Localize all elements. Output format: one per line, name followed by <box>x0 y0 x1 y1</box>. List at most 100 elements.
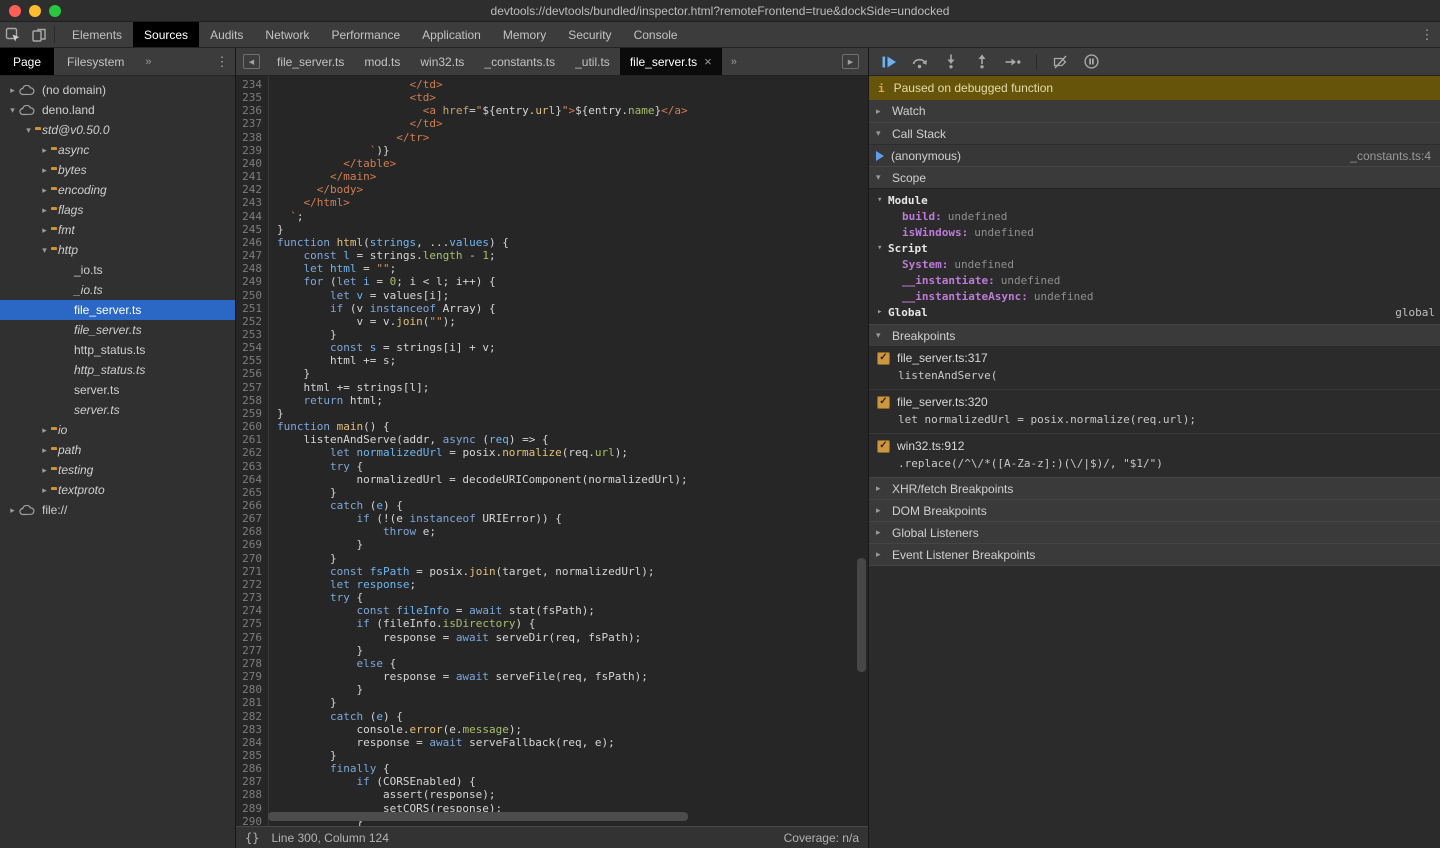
editor-tab-file-server.ts[interactable]: file_server.ts <box>267 48 354 75</box>
line-number[interactable]: 282 <box>236 710 262 723</box>
line-number-gutter[interactable]: 2342352362372382392402412422432442452462… <box>236 76 269 826</box>
line-number[interactable]: 253 <box>236 328 262 341</box>
line-number[interactable]: 237 <box>236 117 262 130</box>
line-number[interactable]: 246 <box>236 236 262 249</box>
tab-sources[interactable]: Sources <box>133 22 199 47</box>
line-number[interactable]: 263 <box>236 460 262 473</box>
minimize-window-button[interactable] <box>29 5 41 17</box>
tree-item-file-[interactable]: ▸file:// <box>0 500 235 520</box>
scope-header-global[interactable]: ▸Globalglobal <box>869 304 1440 320</box>
disclosure-triangle-icon[interactable]: ▸ <box>38 145 51 156</box>
disclosure-triangle-icon[interactable]: ▸ <box>38 425 51 436</box>
editor-tab-overflow-icon[interactable]: » <box>722 56 746 68</box>
step-icon[interactable] <box>1005 54 1021 70</box>
line-number[interactable]: 281 <box>236 696 262 709</box>
line-number[interactable]: 240 <box>236 157 262 170</box>
tab-security[interactable]: Security <box>557 22 622 47</box>
breakpoint-checkbox[interactable]: ✓ <box>877 440 890 453</box>
tree-item-textproto[interactable]: ▸textproto <box>0 480 235 500</box>
step-over-icon[interactable] <box>912 54 928 70</box>
disclosure-triangle-icon[interactable]: ▾ <box>22 125 35 136</box>
line-number[interactable]: 271 <box>236 565 262 578</box>
line-number[interactable]: 259 <box>236 407 262 420</box>
breakpoint-checkbox[interactable]: ✓ <box>877 396 890 409</box>
line-number[interactable]: 270 <box>236 552 262 565</box>
line-number[interactable]: 285 <box>236 749 262 762</box>
disclosure-triangle-icon[interactable]: ▸ <box>38 205 51 216</box>
tree-item-std-v0.50.0[interactable]: ▾std@v0.50.0 <box>0 120 235 140</box>
scope-property[interactable]: isWindows:undefined <box>869 224 1440 240</box>
tab-network[interactable]: Network <box>254 22 320 47</box>
line-number[interactable]: 254 <box>236 341 262 354</box>
line-number[interactable]: 279 <box>236 670 262 683</box>
code-editor[interactable]: 2342352362372382392402412422432442452462… <box>236 76 868 826</box>
scope-property[interactable]: __instantiateAsync:undefined <box>869 288 1440 304</box>
tab-page[interactable]: Page <box>0 48 54 75</box>
pause-on-exceptions-icon[interactable] <box>1083 54 1099 70</box>
tab-history-back-icon[interactable]: ◀ <box>243 54 260 69</box>
device-toolbar-icon[interactable] <box>26 22 52 47</box>
close-window-button[interactable] <box>9 5 21 17</box>
line-number[interactable]: 243 <box>236 196 262 209</box>
tree-item-flags[interactable]: ▸flags <box>0 200 235 220</box>
scope-property[interactable]: System:undefined <box>869 256 1440 272</box>
navigator-tab-overflow-icon[interactable]: » <box>137 56 159 68</box>
tree-item-encoding[interactable]: ▸encoding <box>0 180 235 200</box>
line-number[interactable]: 236 <box>236 104 262 117</box>
line-number[interactable]: 258 <box>236 394 262 407</box>
vertical-scrollbar[interactable] <box>857 558 866 672</box>
tree-item-server.ts[interactable]: server.ts <box>0 400 235 420</box>
tree-item-testing[interactable]: ▸testing <box>0 460 235 480</box>
tree-item-async[interactable]: ▸async <box>0 140 235 160</box>
disclosure-triangle-icon[interactable]: ▸ <box>38 465 51 476</box>
breakpoint-item[interactable]: ✓win32.ts:912.replace(/^\/*([A-Za-z]:)(\… <box>869 433 1440 477</box>
line-number[interactable]: 283 <box>236 723 262 736</box>
line-number[interactable]: 251 <box>236 302 262 315</box>
section-scope[interactable]: ▾ Scope <box>869 166 1440 188</box>
editor-tab-win32.ts[interactable]: win32.ts <box>410 48 474 75</box>
disclosure-triangle-icon[interactable]: ▸ <box>38 485 51 496</box>
deactivate-breakpoints-icon[interactable] <box>1052 54 1068 70</box>
line-number[interactable]: 235 <box>236 91 262 104</box>
scope-header-module[interactable]: ▾Module <box>869 192 1440 208</box>
line-number[interactable]: 267 <box>236 512 262 525</box>
line-number[interactable]: 256 <box>236 367 262 380</box>
line-number[interactable]: 284 <box>236 736 262 749</box>
scope-property[interactable]: build:undefined <box>869 208 1440 224</box>
zoom-window-button[interactable] <box>49 5 61 17</box>
line-number[interactable]: 268 <box>236 525 262 538</box>
section-call-stack[interactable]: ▾ Call Stack <box>869 122 1440 144</box>
more-options-icon[interactable]: ⋮ <box>1414 22 1440 47</box>
line-number[interactable]: 262 <box>236 446 262 459</box>
close-tab-icon[interactable]: × <box>704 55 712 68</box>
editor-tab--util.ts[interactable]: _util.ts <box>565 48 620 75</box>
tab-filesystem[interactable]: Filesystem <box>54 48 137 75</box>
breakpoint-item[interactable]: ✓file_server.ts:320let normalizedUrl = p… <box>869 389 1440 433</box>
line-number[interactable]: 286 <box>236 762 262 775</box>
section-dom-breakpoints[interactable]: ▸DOM Breakpoints <box>869 499 1440 521</box>
line-number[interactable]: 250 <box>236 289 262 302</box>
disclosure-triangle-icon[interactable]: ▾ <box>6 105 19 116</box>
line-number[interactable]: 266 <box>236 499 262 512</box>
disclosure-triangle-icon[interactable]: ▸ <box>38 445 51 456</box>
breakpoint-item[interactable]: ✓file_server.ts:317listenAndServe( <box>869 346 1440 389</box>
tree-item-http-status.ts[interactable]: http_status.ts <box>0 360 235 380</box>
line-number[interactable]: 275 <box>236 617 262 630</box>
line-number[interactable]: 239 <box>236 144 262 157</box>
disclosure-triangle-icon[interactable]: ▸ <box>38 165 51 176</box>
line-number[interactable]: 289 <box>236 802 262 815</box>
step-into-icon[interactable] <box>943 54 959 70</box>
section-breakpoints[interactable]: ▾ Breakpoints <box>869 324 1440 346</box>
line-number[interactable]: 276 <box>236 631 262 644</box>
line-number[interactable]: 255 <box>236 354 262 367</box>
horizontal-scrollbar[interactable] <box>268 812 688 821</box>
tree-item--no-domain-[interactable]: ▸(no domain) <box>0 80 235 100</box>
pretty-print-icon[interactable]: {} <box>245 831 259 845</box>
resume-script-icon[interactable] <box>881 54 897 70</box>
line-number[interactable]: 269 <box>236 538 262 551</box>
line-number[interactable]: 265 <box>236 486 262 499</box>
disclosure-triangle-icon[interactable]: ▸ <box>6 85 19 96</box>
line-number[interactable]: 257 <box>236 381 262 394</box>
line-number[interactable]: 234 <box>236 78 262 91</box>
line-number[interactable]: 274 <box>236 604 262 617</box>
